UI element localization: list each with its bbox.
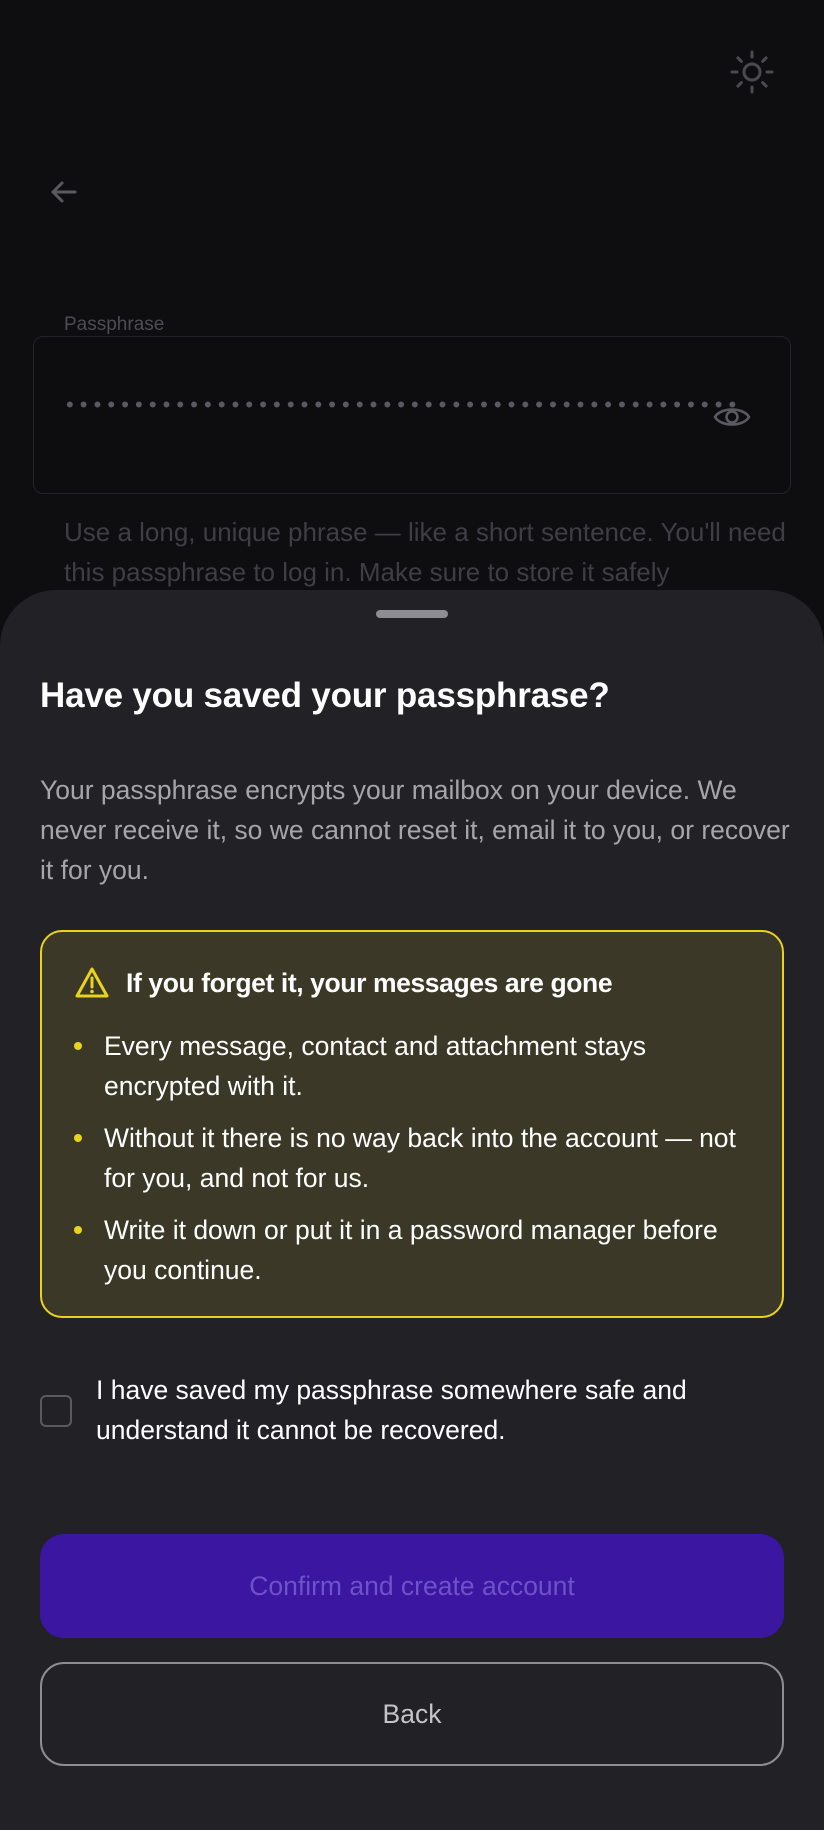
warning-item: Without it there is no way back into the… [42, 1118, 782, 1198]
saved-confirmation-row[interactable]: I have saved my passphrase somewhere saf… [40, 1370, 790, 1450]
warning-list: Every message, contact and attachment st… [42, 1026, 782, 1302]
passphrase-hint: Use a long, unique phrase — like a short… [64, 517, 786, 587]
warning-item: Every message, contact and attachment st… [42, 1026, 782, 1106]
eye-icon[interactable] [712, 397, 752, 437]
saved-confirmation-label[interactable]: I have saved my passphrase somewhere saf… [96, 1370, 790, 1450]
confirm-create-account-button[interactable]: Confirm and create account [40, 1534, 784, 1638]
saved-confirmation-checkbox[interactable] [40, 1395, 72, 1427]
warning-item-text: Write it down or put it in a password ma… [104, 1215, 718, 1285]
warning-item-text: Every message, contact and attachment st… [104, 1031, 647, 1101]
bullet-dot [74, 1226, 82, 1234]
passphrase-masked-value: ••••••••••••••••••••••••••••••••••••••••… [66, 399, 742, 413]
warning-title: If you forget it, your messages are gone [126, 967, 613, 998]
sheet-title: Have you saved your passphrase? [40, 676, 610, 715]
arrow-left-icon [51, 181, 77, 203]
bullet-dot [74, 1134, 82, 1142]
sun-icon [730, 50, 774, 94]
back-button[interactable]: Back [40, 1662, 784, 1766]
theme-toggle-button[interactable] [722, 42, 782, 102]
drag-handle[interactable] [376, 610, 448, 618]
warning-callout: If you forget it, your messages are gone… [40, 930, 784, 1318]
passphrase-label: Passphrase [64, 314, 165, 335]
warning-item-text: Without it there is no way back into the… [104, 1123, 736, 1193]
confirmation-sheet: Have you saved your passphrase? Your pas… [0, 590, 824, 1830]
passphrase-field[interactable]: ••••••••••••••••••••••••••••••••••••••••… [33, 336, 791, 494]
warning-header: If you forget it, your messages are gone [74, 966, 613, 1000]
screen: Passphrase •••••••••••••••••••••••••••••… [0, 0, 824, 1830]
back-arrow-button[interactable] [40, 168, 88, 216]
warning-item: Write it down or put it in a password ma… [42, 1210, 782, 1290]
sheet-description: Your passphrase encrypts your mailbox on… [40, 775, 790, 885]
bullet-dot [74, 1042, 82, 1050]
warning-triangle-icon [75, 967, 109, 998]
